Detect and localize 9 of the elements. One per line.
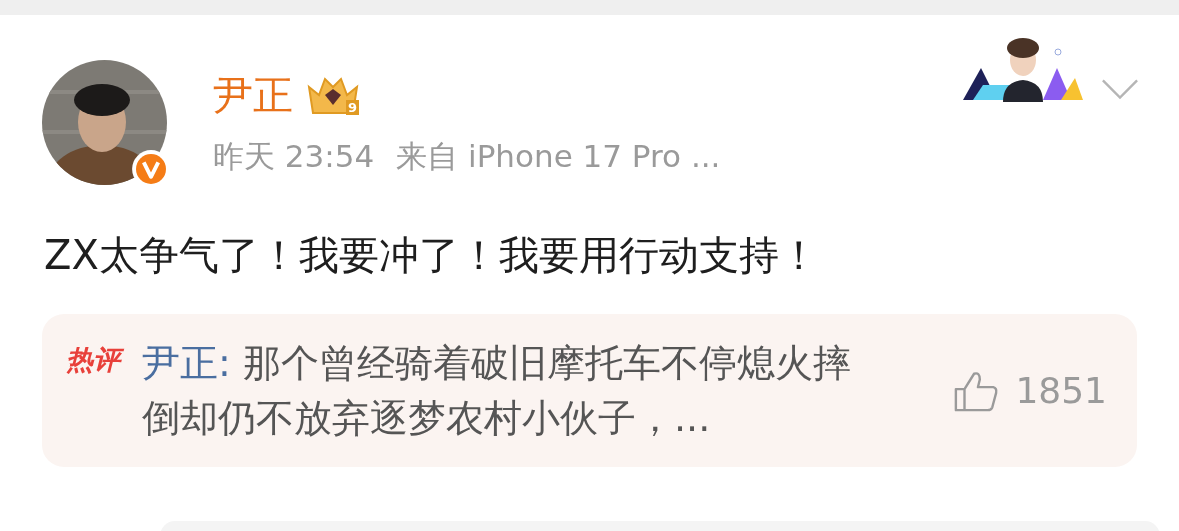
post-source: 来自 iPhone 17 Pro ... xyxy=(396,137,721,176)
author-name[interactable]: 尹正 xyxy=(213,67,293,123)
comment-text: 尹正: 那个曾经骑着破旧摩托车不停熄火摔倒却仍不放弃逐梦农村小伙子，... xyxy=(142,339,852,442)
post-text: ZX太争气了！我要冲了！我要用行动支持！ xyxy=(44,231,820,280)
comment-author-link[interactable]: 尹正: xyxy=(142,340,231,385)
like-count: 1851 xyxy=(1015,370,1107,411)
post-time: 昨天 23:54 xyxy=(213,137,375,176)
hot-comment-card[interactable]: 热评 尹正: 那个曾经骑着破旧摩托车不停熄火摔倒却仍不放弃逐梦农村小伙子，... 1851 xyxy=(42,314,1137,467)
chevron-down-icon[interactable] xyxy=(1101,78,1139,100)
